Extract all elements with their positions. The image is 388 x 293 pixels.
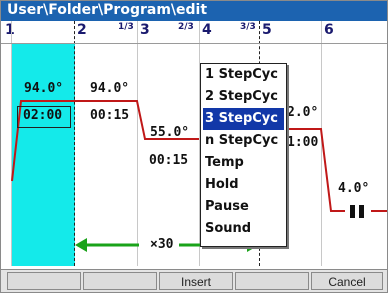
menu-item-1-stepcyc[interactable]: 1 StepCyc (203, 64, 284, 86)
menu-item-pause[interactable]: Pause (203, 196, 284, 218)
step-1-time: 02:00 (23, 108, 63, 123)
step-5-temp[interactable]: 2.0° (287, 105, 318, 120)
softkey-1-button[interactable] (7, 272, 81, 290)
step-type-menu: 1 StepCyc 2 StepCyc 3 StepCyc n StepCyc … (200, 63, 287, 247)
step-2-time[interactable]: 00:15 (90, 108, 129, 123)
cancel-button[interactable]: Cancel (311, 272, 383, 290)
step-2-temp[interactable]: 94.0° (90, 81, 129, 96)
softkey-2-button[interactable] (83, 272, 157, 290)
step-1-temp[interactable]: 94.0° (24, 81, 63, 96)
cycle-count[interactable]: ×30 (150, 237, 173, 252)
step-6-temp[interactable]: 4.0° (338, 181, 369, 196)
menu-item-temp[interactable]: Temp (203, 152, 284, 174)
menu-item-2-stepcyc[interactable]: 2 StepCyc (203, 86, 284, 108)
menu-item-sound[interactable]: Sound (203, 218, 284, 240)
program-edit-window: User\Folder\Program\edit 1 2 1/3 3 2/3 4… (0, 0, 388, 293)
pause-icon (350, 205, 364, 218)
softkey-4-button[interactable] (235, 272, 309, 290)
menu-item-n-stepcyc[interactable]: n StepCyc (203, 130, 284, 152)
bottom-toolbar: Insert Cancel (1, 269, 387, 292)
menu-item-hold[interactable]: Hold (203, 174, 284, 196)
menu-item-3-stepcyc[interactable]: 3 StepCyc (203, 108, 284, 130)
step-3-time[interactable]: 00:15 (149, 153, 188, 168)
temperature-profile (11, 100, 387, 252)
step-3-temp[interactable]: 55.0° (150, 125, 189, 140)
step-1-time-field[interactable]: 02:00 (17, 106, 71, 128)
step-5-time[interactable]: 1:00 (287, 135, 318, 150)
insert-button[interactable]: Insert (159, 272, 233, 290)
